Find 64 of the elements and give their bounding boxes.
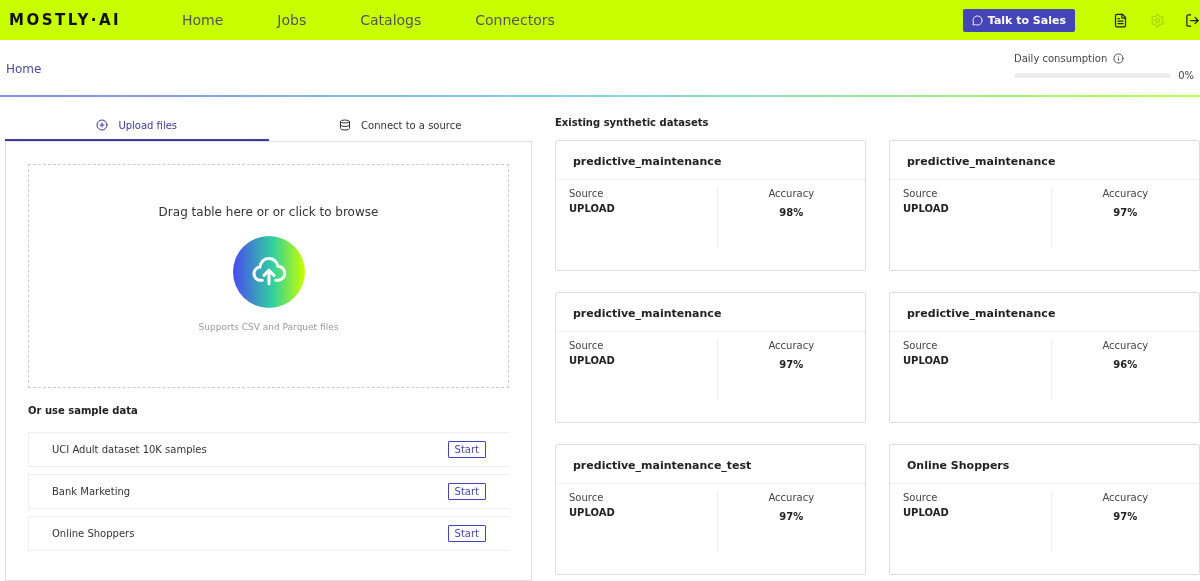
accuracy-label: Accuracy (768, 340, 815, 351)
sample-name: Online Shoppers (52, 528, 135, 539)
accuracy-value: 98% (779, 207, 804, 218)
start-button[interactable]: Start (447, 483, 486, 500)
dataset-name: predictive_maintenance (890, 141, 1199, 180)
document-icon[interactable] (1113, 12, 1128, 28)
source-value: UPLOAD (569, 507, 616, 518)
accuracy-label: Accuracy (768, 492, 815, 503)
accuracy-label: Accuracy (768, 188, 815, 199)
dataset-card[interactable]: predictive_maintenance Source UPLOAD Accuracy 96% (889, 292, 1200, 423)
source-value: UPLOAD (569, 355, 616, 366)
nav-link[interactable]: Catalogs (360, 12, 422, 29)
accuracy-value: 96% (1113, 359, 1138, 370)
info-icon[interactable] (1113, 53, 1125, 65)
source-label: Source (569, 340, 605, 351)
plus-circle-icon (96, 119, 109, 131)
accuracy-label: Accuracy (1102, 340, 1149, 351)
dataset-card[interactable]: predictive_maintenance Source UPLOAD Accuracy 98% (555, 140, 866, 271)
source-value: UPLOAD (903, 203, 950, 214)
source-label: Source (903, 340, 939, 351)
breadcrumb-link[interactable]: Home (6, 62, 42, 96)
section-title: Or use sample data (28, 405, 139, 416)
database-icon (339, 119, 352, 131)
dropzone-hint: Supports CSV and Parquet files (198, 322, 339, 332)
tab[interactable]: Upload files (5, 111, 269, 141)
accuracy-label: Accuracy (1102, 492, 1149, 503)
consumption-label: Daily consumption (1014, 53, 1108, 65)
dataset-card[interactable]: predictive_maintenance Source UPLOAD Accuracy 97% (889, 140, 1200, 271)
dropzone[interactable]: Drag table here or or click to browse Supports CSV and Parquet files (28, 164, 509, 388)
nav-link[interactable]: Connectors (475, 12, 555, 29)
nav-link[interactable]: Jobs (277, 12, 307, 29)
accuracy-value: 97% (1113, 511, 1138, 522)
source-label: Source (903, 188, 939, 199)
accuracy-label: Accuracy (1102, 188, 1149, 199)
dropzone-title: Drag table here or or click to browse (158, 205, 379, 219)
start-button[interactable]: Start (447, 525, 486, 542)
source-value: UPLOAD (903, 507, 950, 518)
talk-to-sales-button[interactable]: Talk to Sales (962, 8, 1075, 32)
chat-icon (971, 14, 983, 26)
logout-icon[interactable] (1185, 12, 1200, 28)
dataset-card[interactable]: predictive_maintenance Source UPLOAD Accuracy 97% (555, 292, 866, 423)
accuracy-value: 97% (1113, 207, 1138, 218)
source-label: Source (569, 188, 605, 199)
source-label: Source (569, 492, 605, 503)
sample-name: UCI Adult dataset 10K samples (52, 444, 207, 455)
consumption-reading: 0% (1178, 70, 1194, 82)
source-value: UPLOAD (903, 355, 950, 366)
source-value: UPLOAD (569, 203, 616, 214)
dataset-name: predictive_maintenance (556, 293, 865, 332)
dataset-card[interactable]: Online Shoppers Source UPLOAD Accuracy 97% (889, 444, 1200, 575)
nav-link[interactable]: Home (182, 12, 224, 29)
logo: MOSTLY·AI (9, 11, 123, 30)
start-button[interactable]: Start (447, 441, 486, 458)
dataset-name: predictive_maintenance (890, 293, 1199, 332)
accuracy-value: 97% (779, 359, 804, 370)
dataset-name: predictive_maintenance_test (556, 445, 865, 484)
accuracy-value: 97% (779, 511, 804, 522)
dataset-name: Online Shoppers (890, 445, 1199, 484)
section-title: Existing synthetic datasets (555, 117, 710, 128)
dataset-card[interactable]: predictive_maintenance_test Source UPLOAD Accuracy 97% (555, 444, 866, 575)
sample-name: Bank Marketing (52, 486, 131, 497)
tab[interactable]: Connect to a source (268, 111, 532, 141)
dataset-name: predictive_maintenance (556, 141, 865, 180)
source-label: Source (903, 492, 939, 503)
